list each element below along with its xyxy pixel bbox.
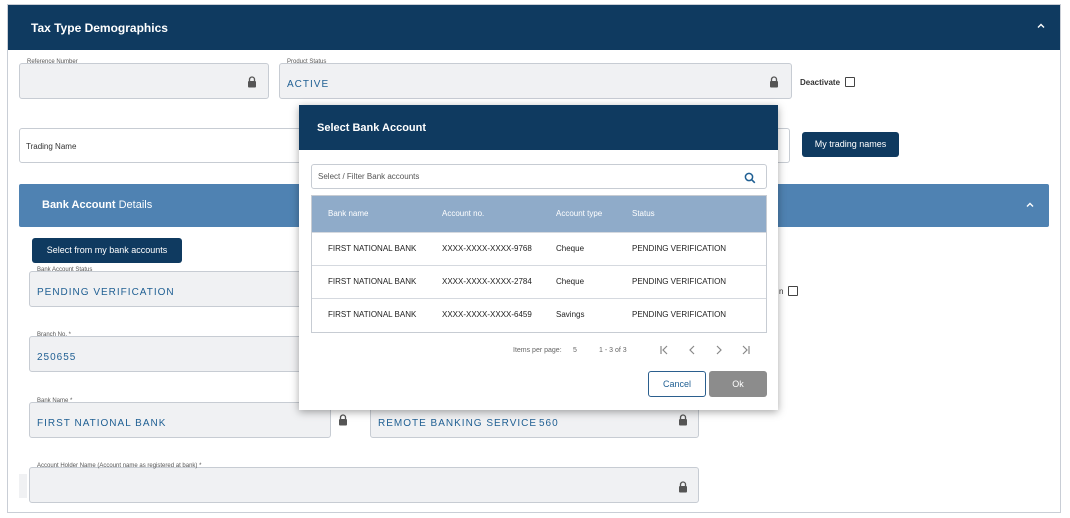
deactivate-checkbox[interactable] (845, 77, 855, 87)
bank-name-field[interactable]: Bank Name * FIRST NATIONAL BANK (29, 398, 347, 438)
ok-button[interactable]: Ok (709, 371, 767, 397)
cell-bank-name: FIRST NATIONAL BANK (328, 277, 417, 286)
branch-name-value: REMOTE BANKING SERVICE (378, 418, 538, 429)
bank-name-label: Bank Name * (36, 398, 74, 404)
table-row[interactable]: FIRST NATIONAL BANK XXXX-XXXX-XXXX-9768 … (312, 232, 766, 265)
column-header-status[interactable]: Status (632, 209, 655, 218)
select-bank-account-dialog: Select Bank Account Bank name Account no… (299, 105, 778, 410)
product-status-label: Product Status (286, 59, 328, 65)
dialog-header: Select Bank Account (299, 105, 778, 150)
column-header-account-type[interactable]: Account type (556, 209, 602, 218)
table-header: Bank name Account no. Account type Statu… (312, 196, 766, 232)
branch-code-value: 560 (539, 418, 559, 429)
chevron-up-icon[interactable] (1036, 21, 1046, 31)
lock-icon (769, 75, 779, 88)
column-header-bank-name[interactable]: Bank name (328, 209, 368, 218)
branch-no-value: 250655 (37, 352, 77, 363)
lock-icon (247, 75, 257, 88)
side-strip (19, 474, 27, 498)
cell-account-no: XXXX-XXXX-XXXX-2784 (442, 277, 532, 286)
lock-icon (678, 413, 688, 426)
cell-status: PENDING VERIFICATION (632, 244, 727, 253)
search-icon[interactable] (744, 171, 756, 184)
right-checkbox[interactable] (788, 286, 798, 296)
bank-account-status-label: Bank Account Status (36, 267, 94, 273)
cell-status: PENDING VERIFICATION (632, 277, 727, 286)
cell-bank-name: FIRST NATIONAL BANK (328, 244, 417, 253)
bank-accounts-table: Bank name Account no. Account type Statu… (311, 195, 767, 333)
bank-section-title: Bank Account Details (42, 199, 153, 211)
cell-account-type: Savings (556, 310, 585, 319)
reference-number-field[interactable]: Reference Number (19, 59, 269, 99)
bank-account-status-field[interactable]: Bank Account Status PENDING VERIFICATION (29, 267, 329, 307)
branch-no-field[interactable]: Branch No. * 250655 (29, 332, 329, 372)
hidden-checkbox-label: n (779, 287, 784, 296)
branch-no-label: Branch No. * (36, 332, 73, 338)
first-page-icon[interactable] (657, 343, 671, 357)
column-header-account-no[interactable]: Account no. (442, 209, 484, 218)
cell-account-no: XXXX-XXXX-XXXX-9768 (442, 244, 532, 253)
previous-page-icon[interactable] (685, 343, 699, 357)
chevron-up-icon[interactable] (1025, 200, 1035, 210)
next-page-icon[interactable] (712, 343, 726, 357)
reference-number-label: Reference Number (26, 59, 79, 65)
bank-account-status-value: PENDING VERIFICATION (37, 287, 175, 298)
deactivate-label: Deactivate (800, 78, 841, 87)
page-range-label: 1 - 3 of 3 (599, 347, 627, 354)
cell-account-type: Cheque (556, 277, 585, 286)
product-status-value: ACTIVE (287, 79, 330, 90)
table-row[interactable]: FIRST NATIONAL BANK XXXX-XXXX-XXXX-2784 … (312, 265, 766, 298)
cell-account-type: Cheque (556, 244, 585, 253)
bank-name-value: FIRST NATIONAL BANK (37, 418, 167, 429)
my-trading-names-button[interactable]: My trading names (802, 132, 899, 157)
cell-status: PENDING VERIFICATION (632, 310, 727, 319)
bank-account-filter-input[interactable] (312, 165, 732, 188)
trading-name-label: Trading Name (26, 142, 77, 151)
account-holder-name-label: Account Holder Name (Account name as reg… (36, 463, 203, 469)
account-holder-name-field[interactable]: Account Holder Name (Account name as reg… (29, 463, 699, 503)
cell-bank-name: FIRST NATIONAL BANK (328, 310, 417, 319)
cell-account-no: XXXX-XXXX-XXXX-6459 (442, 310, 532, 319)
items-per-page-label: Items per page: (513, 347, 562, 354)
bank-account-filter[interactable] (311, 164, 767, 189)
table-row[interactable]: FIRST NATIONAL BANK XXXX-XXXX-XXXX-6459 … (312, 298, 766, 331)
lock-icon (338, 413, 348, 426)
product-status-field[interactable]: Product Status ACTIVE (279, 59, 792, 99)
dialog-title: Select Bank Account (317, 122, 427, 134)
lock-icon (678, 480, 688, 493)
items-per-page-select[interactable]: 5 (573, 347, 577, 354)
select-from-my-bank-accounts-button[interactable]: Select from my bank accounts (32, 238, 182, 263)
section-title: Tax Type Demographics (31, 21, 168, 35)
cancel-button[interactable]: Cancel (648, 371, 706, 397)
last-page-icon[interactable] (739, 343, 753, 357)
tax-type-demographics-header[interactable]: Tax Type Demographics (8, 5, 1060, 50)
